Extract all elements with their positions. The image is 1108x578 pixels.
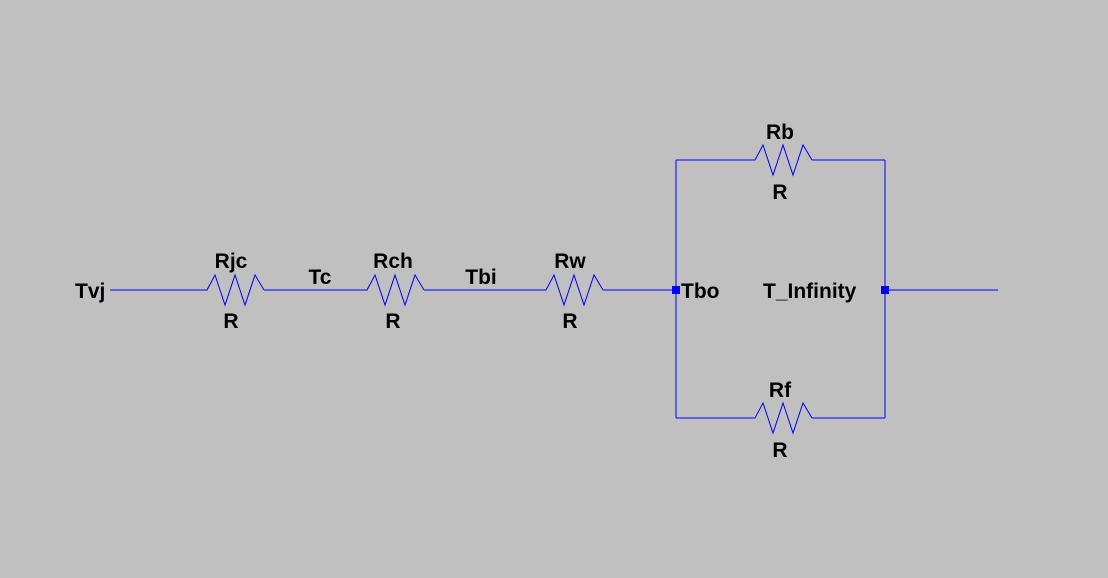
wires: [110, 159, 998, 419]
resistor-name-rf: Rf: [769, 379, 792, 402]
resistor-symbols: [199, 143, 813, 435]
schematic-canvas: Tvj Tc Tbi Tbo T_Infinity Rjc Rch Rw Rb …: [75, 121, 998, 462]
junction-t-infinity: [881, 286, 889, 294]
resistor-rjc[interactable]: [199, 273, 265, 307]
resistor-value-rch: R: [385, 310, 400, 333]
resistor-name-rw: Rw: [554, 250, 586, 273]
resistor-name-rjc: Rjc: [215, 250, 248, 273]
resistor-name-rb: Rb: [766, 121, 794, 144]
resistor-value-rb: R: [772, 181, 787, 204]
resistor-name-rch: Rch: [373, 250, 413, 273]
resistor-rf[interactable]: [748, 401, 813, 435]
net-label-tbo: Tbo: [681, 280, 719, 303]
net-label-tvj: Tvj: [75, 280, 105, 303]
resistor-rb[interactable]: [748, 143, 813, 177]
resistor-rw[interactable]: [538, 273, 604, 307]
net-label-tc: Tc: [309, 266, 332, 289]
net-label-t-infinity: T_Infinity: [763, 280, 857, 303]
resistor-rch[interactable]: [359, 273, 425, 307]
resistor-value-rw: R: [562, 310, 577, 333]
resistor-value-rf: R: [772, 439, 787, 462]
net-label-tbi: Tbi: [465, 266, 497, 289]
resistor-value-rjc: R: [223, 310, 238, 333]
junction-tbo: [672, 286, 680, 294]
